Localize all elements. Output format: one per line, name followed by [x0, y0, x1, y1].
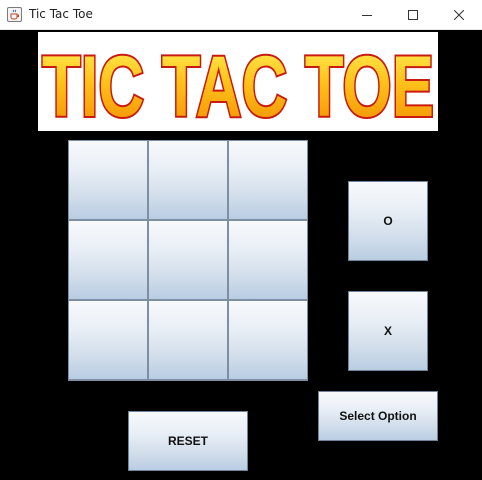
game-board: [68, 140, 308, 381]
logo-text: TIC TAC TOE: [42, 39, 434, 131]
board-cell-2[interactable]: [149, 141, 227, 219]
reset-button[interactable]: RESET: [128, 411, 248, 471]
board-cell-8[interactable]: [149, 301, 227, 379]
board-cell-9[interactable]: [229, 301, 307, 379]
board-cell-5[interactable]: [149, 221, 227, 299]
board-cell-3[interactable]: [229, 141, 307, 219]
close-button[interactable]: [436, 0, 482, 30]
choose-x-button[interactable]: X: [348, 291, 428, 371]
board-cell-1[interactable]: [69, 141, 147, 219]
title-bar[interactable]: Tic Tac Toe: [0, 0, 482, 30]
board-cell-6[interactable]: [229, 221, 307, 299]
board-cell-4[interactable]: [69, 221, 147, 299]
close-icon: [454, 10, 464, 20]
window-title: Tic Tac Toe: [29, 7, 93, 21]
select-option-button[interactable]: Select Option: [318, 391, 438, 441]
minimize-button[interactable]: [344, 0, 390, 30]
board-cell-7[interactable]: [69, 301, 147, 379]
maximize-button[interactable]: [390, 0, 436, 30]
choose-o-button[interactable]: O: [348, 181, 428, 261]
minimize-icon: [362, 15, 372, 16]
maximize-icon: [408, 10, 418, 20]
tic-tac-toe-logo: TIC TAC TOE: [38, 32, 438, 131]
java-cup-icon: [7, 7, 22, 22]
